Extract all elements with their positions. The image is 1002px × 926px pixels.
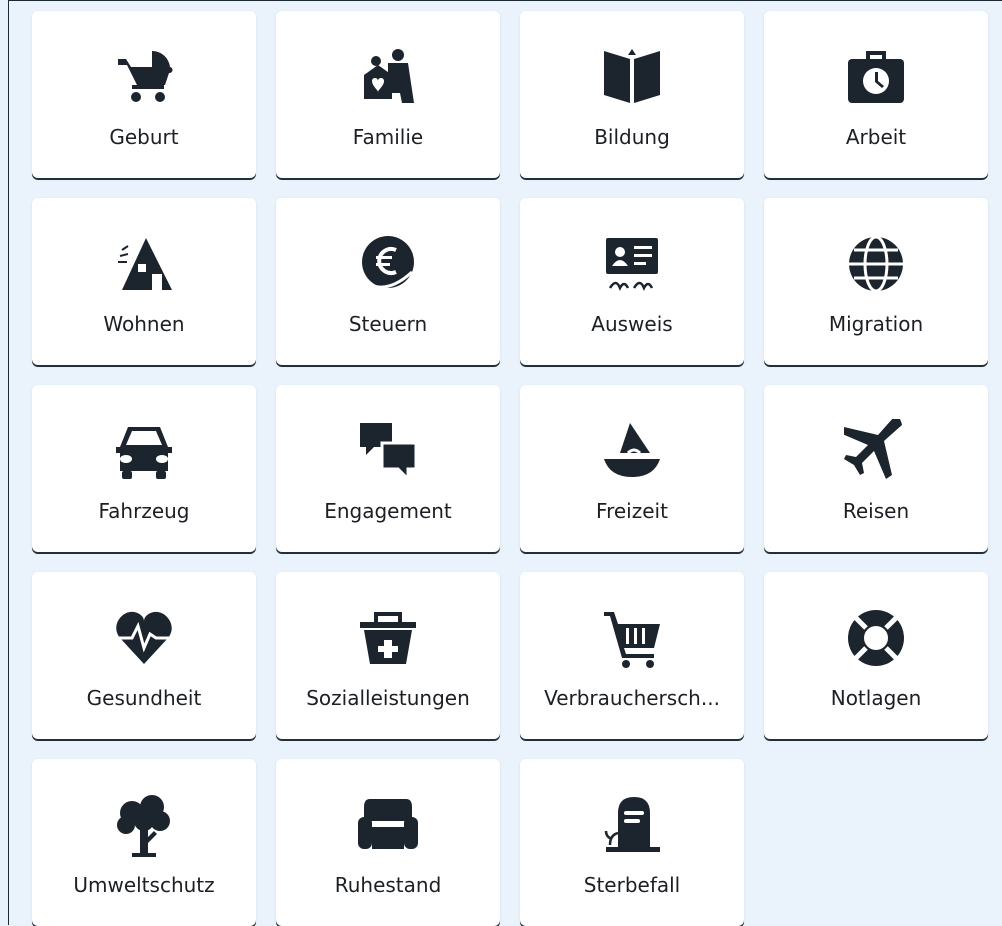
tile-label: Migration — [828, 312, 924, 336]
lifebuoy-icon — [844, 606, 908, 670]
tile-label: Bildung — [594, 125, 670, 149]
tile-label: Verbrauchersch... — [544, 686, 720, 710]
tile-label: Geburt — [109, 125, 179, 149]
tile-label: Engagement — [324, 499, 452, 523]
euro-coin-icon — [356, 232, 420, 296]
tile-label: Sterbefall — [583, 873, 681, 897]
stroller-icon — [112, 45, 176, 109]
tile-steuern[interactable]: Steuern — [276, 198, 500, 365]
id-card-icon — [600, 232, 664, 296]
tile-engagement[interactable]: Engagement — [276, 385, 500, 552]
house-icon — [112, 232, 176, 296]
tile-label: Wohnen — [103, 312, 185, 336]
tile-sterbefall[interactable]: Sterbefall — [520, 759, 744, 926]
tile-label: Reisen — [842, 499, 910, 523]
tile-sozialleistungen[interactable]: Sozialleistungen — [276, 572, 500, 739]
tile-verbraucherschutz[interactable]: Verbrauchersch... — [520, 572, 744, 739]
category-grid: Geburt Familie Bildung Arbeit Wohnen Ste… — [32, 11, 988, 926]
tile-label: Gesundheit — [86, 686, 202, 710]
tile-label: Arbeit — [845, 125, 907, 149]
tree-icon — [112, 793, 176, 857]
tile-label: Familie — [352, 125, 424, 149]
heart-pulse-icon — [112, 606, 176, 670]
tile-geburt[interactable]: Geburt — [32, 11, 256, 178]
airplane-icon — [844, 419, 908, 483]
tile-notlagen[interactable]: Notlagen — [764, 572, 988, 739]
tile-bildung[interactable]: Bildung — [520, 11, 744, 178]
tile-umweltschutz[interactable]: Umweltschutz — [32, 759, 256, 926]
speech-bubbles-icon — [356, 419, 420, 483]
tile-fahrzeug[interactable]: Fahrzeug — [32, 385, 256, 552]
tile-label: Fahrzeug — [98, 499, 190, 523]
briefcase-clock-icon — [844, 45, 908, 109]
tile-migration[interactable]: Migration — [764, 198, 988, 365]
tile-arbeit[interactable]: Arbeit — [764, 11, 988, 178]
tile-label: Freizeit — [596, 499, 668, 523]
shopping-cart-icon — [600, 606, 664, 670]
tile-freizeit[interactable]: Freizeit — [520, 385, 744, 552]
tile-ausweis[interactable]: Ausweis — [520, 198, 744, 365]
sailboat-icon — [600, 419, 664, 483]
gravestone-icon — [600, 793, 664, 857]
basket-plus-icon — [356, 606, 420, 670]
tile-ruhestand[interactable]: Ruhestand — [276, 759, 500, 926]
open-book-icon — [600, 45, 664, 109]
tile-label: Ruhestand — [334, 873, 442, 897]
tile-label: Notlagen — [830, 686, 922, 710]
tile-familie[interactable]: Familie — [276, 11, 500, 178]
tile-label: Sozialleistungen — [306, 686, 470, 710]
globe-icon — [844, 232, 908, 296]
family-icon — [356, 45, 420, 109]
tile-gesundheit[interactable]: Gesundheit — [32, 572, 256, 739]
car-icon — [112, 419, 176, 483]
tile-wohnen[interactable]: Wohnen — [32, 198, 256, 365]
tile-label: Steuern — [348, 312, 428, 336]
tile-label: Umweltschutz — [73, 873, 215, 897]
tile-reisen[interactable]: Reisen — [764, 385, 988, 552]
armchair-icon — [356, 793, 420, 857]
tile-label: Ausweis — [591, 312, 673, 336]
